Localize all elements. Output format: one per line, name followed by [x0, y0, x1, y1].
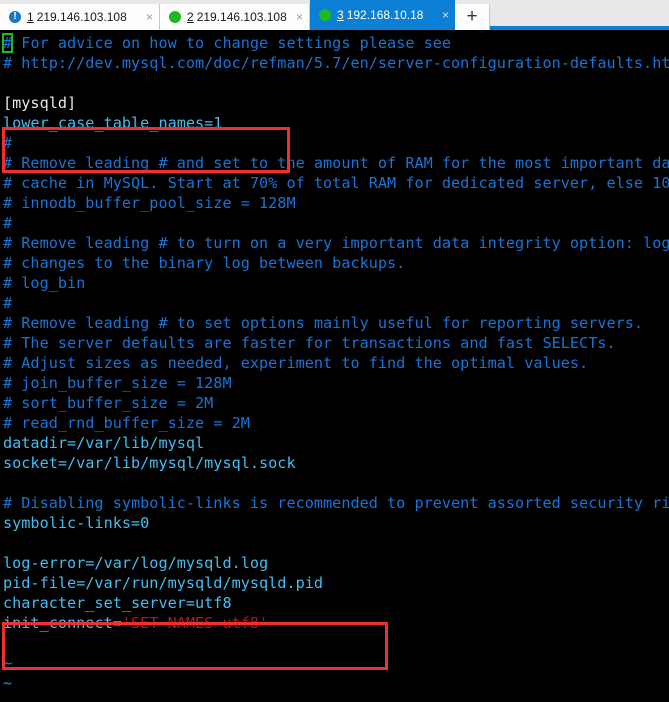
terminal-line-33: ~ [0, 673, 669, 693]
terminal-pane[interactable]: # For advice on how to change settings p… [0, 30, 669, 702]
new-tab-button[interactable]: + [455, 4, 490, 30]
terminal-line-16: # The server defaults are faster for tra… [0, 333, 669, 353]
terminal-line-text: pid-file=/var/run/mysqld/mysqld.pid [3, 574, 324, 592]
terminal-line-24: # Disabling symbolic-links is recommende… [0, 493, 669, 513]
terminal-line-19: # sort_buffer_size = 2M [0, 393, 669, 413]
green-dot-icon [169, 11, 181, 23]
terminal-line-text: [mysqld] [3, 94, 77, 112]
terminal-line-text: # Adjust sizes as needed, experiment to … [3, 354, 589, 372]
tab-3-number: 3 [337, 8, 344, 22]
terminal-line-text: # Remove leading # to set options mainly… [3, 314, 644, 332]
tab-1[interactable]: 1 219.146.103.108 × [0, 4, 160, 30]
terminal-line-5: lower_case_table_names=1 [0, 113, 669, 133]
green-dot-icon [319, 9, 331, 21]
terminal-line-text: ~ [3, 654, 13, 672]
terminal-line-text: # changes to the binary log between back… [3, 254, 406, 272]
terminal-line-12: # changes to the binary log between back… [0, 253, 669, 273]
terminal-line-text: datadir=/var/lib/mysql [3, 434, 205, 452]
terminal-line-text: # http://dev.mysql.com/doc/refman/5.7/en… [3, 54, 669, 72]
terminal-line-10: # [0, 213, 669, 233]
terminal-line-text: # The server defaults are faster for tra… [3, 334, 616, 352]
terminal-line-6: # [0, 133, 669, 153]
terminal-line-text: ~ [3, 674, 13, 692]
terminal-line-text: # Remove leading # and set to the amount… [3, 154, 669, 172]
terminal-line-21: datadir=/var/lib/mysql [0, 433, 669, 453]
terminal-line-31 [0, 633, 669, 653]
terminal-line-text: log-error=/var/log/mysqld.log [3, 554, 269, 572]
text-cursor: # [1, 33, 14, 53]
tab-bar-filler [490, 4, 669, 30]
terminal-line-13: # log_bin [0, 273, 669, 293]
terminal-line-26 [0, 533, 669, 553]
tab-3-close-icon[interactable]: × [442, 9, 449, 21]
tab-2-close-icon[interactable]: × [296, 11, 303, 23]
terminal-line-text: # [3, 134, 13, 152]
terminal-line-text: # Disabling symbolic-links is recommende… [3, 494, 669, 512]
terminal-line-7: # Remove leading # and set to the amount… [0, 153, 669, 173]
terminal-line-text: # [3, 294, 13, 312]
terminal-line-23 [0, 473, 669, 493]
tab-2-label: 219.146.103.108 [196, 10, 287, 24]
terminal-line-text: character_set_server=utf8 [3, 594, 232, 612]
terminal-line-9: # innodb_buffer_pool_size = 128M [0, 193, 669, 213]
terminal-line-text: # join_buffer_size = 128M [3, 374, 232, 392]
terminal-line-20: # read_rnd_buffer_size = 2M [0, 413, 669, 433]
terminal-line-27: log-error=/var/log/mysqld.log [0, 553, 669, 573]
terminal-screen: # For advice on how to change settings p… [0, 33, 669, 693]
terminal-line-29: character_set_server=utf8 [0, 593, 669, 613]
terminal-line-text: # cache in MySQL. Start at 70% of total … [3, 174, 669, 192]
terminal-line-15: # Remove leading # to set options mainly… [0, 313, 669, 333]
terminal-line-text: # innodb_buffer_pool_size = 128M [3, 194, 296, 212]
terminal-line-17: # Adjust sizes as needed, experiment to … [0, 353, 669, 373]
terminal-line-text: # Remove leading # to turn on a very imp… [3, 234, 669, 252]
terminal-line-22: socket=/var/lib/mysql/mysql.sock [0, 453, 669, 473]
tab-2-number: 2 [187, 10, 194, 24]
tab-1-number: 1 [27, 10, 34, 24]
tab-1-label: 219.146.103.108 [36, 10, 127, 24]
tab-3-label: 192.168.10.18 [346, 8, 424, 22]
terminal-line-2: # http://dev.mysql.com/doc/refman/5.7/en… [0, 53, 669, 73]
terminal-line-text: init_connect= [3, 614, 122, 632]
terminal-string-literal: 'SET NAMES utf8' [121, 614, 269, 632]
tab-bar: 1 219.146.103.108 × 2 219.146.103.108 × … [0, 0, 669, 30]
terminal-line-18: # join_buffer_size = 128M [0, 373, 669, 393]
terminal-line-14: # [0, 293, 669, 313]
terminal-line-text: symbolic-links=0 [3, 514, 150, 532]
terminal-line-text: # log_bin [3, 274, 86, 292]
terminal-line-11: # Remove leading # to turn on a very imp… [0, 233, 669, 253]
tab-1-close-icon[interactable]: × [146, 11, 153, 23]
terminal-line-28: pid-file=/var/run/mysqld/mysqld.pid [0, 573, 669, 593]
tab-2[interactable]: 2 219.146.103.108 × [160, 4, 310, 30]
terminal-line-text: socket=/var/lib/mysql/mysql.sock [3, 454, 296, 472]
terminal-line-text: # read_rnd_buffer_size = 2M [3, 414, 250, 432]
terminal-line-3 [0, 73, 669, 93]
terminal-line-1: # For advice on how to change settings p… [0, 33, 669, 53]
tab-3[interactable]: 3 192.168.10.18 × [310, 0, 455, 30]
terminal-line-25: symbolic-links=0 [0, 513, 669, 533]
terminal-line-text: lower_case_table_names=1 [3, 114, 223, 132]
terminal-line-text: For advice on how to change settings ple… [12, 34, 452, 52]
terminal-line-text: # sort_buffer_size = 2M [3, 394, 214, 412]
info-icon [9, 10, 21, 23]
terminal-line-8: # cache in MySQL. Start at 70% of total … [0, 173, 669, 193]
terminal-line-30: init_connect='SET NAMES utf8' [0, 613, 669, 633]
terminal-line-32: ~ [0, 653, 669, 673]
terminal-line-4: [mysqld] [0, 93, 669, 113]
terminal-line-text: # [3, 214, 13, 232]
